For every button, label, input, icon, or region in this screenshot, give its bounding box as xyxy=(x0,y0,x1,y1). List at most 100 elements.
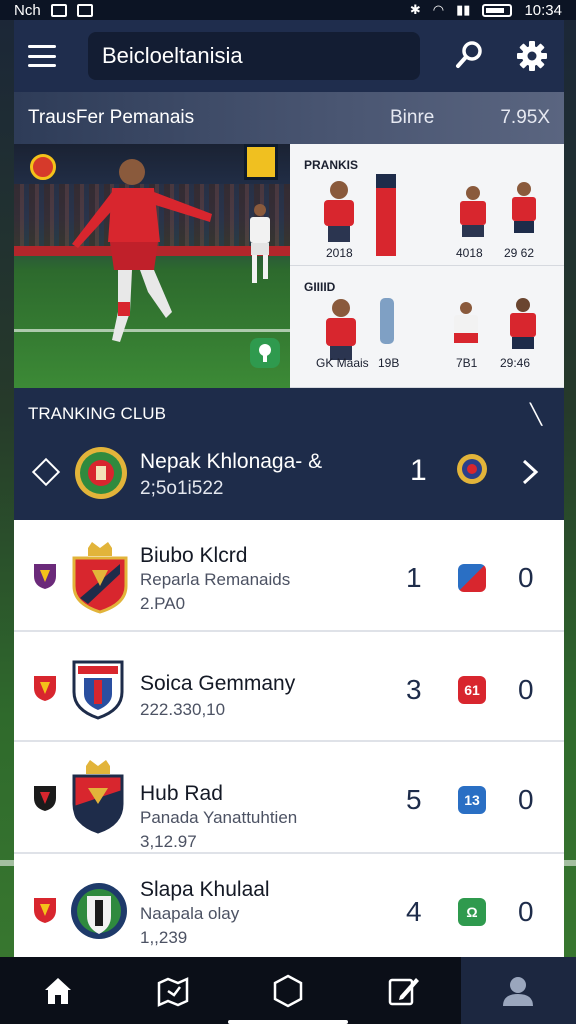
panel-label: PRANKIS xyxy=(304,158,359,172)
ranking-header: TRANKING CLUB ╲ Nepak Khlonaga- & 2;5o1i… xyxy=(14,388,564,520)
search-input[interactable]: Beicloeltanisia xyxy=(88,32,420,80)
club-crest-icon xyxy=(72,660,124,720)
gear-icon[interactable] xyxy=(516,40,548,72)
club-position: 4 xyxy=(406,896,422,927)
search-icon[interactable] xyxy=(454,40,484,70)
club-position: 1 xyxy=(406,562,422,593)
club-row[interactable]: Slapa Khulaal Naapala olay 1,,239 4 Ω 0 xyxy=(14,854,564,957)
mini-crest-icon xyxy=(34,898,56,923)
panel-caption: 19B xyxy=(378,356,400,370)
panel-caption: 4018 xyxy=(456,246,483,260)
diamond-icon[interactable] xyxy=(31,457,61,487)
map-icon xyxy=(157,976,189,1007)
profile-icon xyxy=(503,976,534,1006)
nav-clubs[interactable] xyxy=(230,957,345,1024)
status-bar: Nch ✱ ◠ ▮▮ 10:34 xyxy=(0,0,576,20)
search-text: Beicloeltanisia xyxy=(102,43,243,68)
club-name: Slapa Khulaal xyxy=(140,878,270,901)
nav-profile[interactable] xyxy=(460,957,576,1024)
player-thumb-image xyxy=(512,182,536,233)
nav-map[interactable] xyxy=(115,957,230,1024)
medal-icon xyxy=(457,454,487,484)
player-thumb-image xyxy=(460,186,486,237)
rankings-panel: PRANKIS 2018 4018 29 62 GIIIID GK Maais … xyxy=(290,144,564,388)
panel-label: GIIIID xyxy=(304,280,336,294)
club-points: 0 xyxy=(518,562,534,593)
nav-edit[interactable] xyxy=(346,957,461,1024)
club-name: Hub Rad xyxy=(140,782,223,805)
featured-club-name: Nepak Khlonaga- & xyxy=(140,450,323,473)
club-crest-icon xyxy=(75,447,127,499)
featured-club-rank: 1 xyxy=(410,454,427,487)
club-position: 5 xyxy=(406,784,422,815)
club-subtitle: 222.330,10 xyxy=(140,700,226,719)
bluetooth-icon: ✱ xyxy=(409,2,421,17)
app-card: Beicloeltanisia TrausFer Pemanais Binre xyxy=(14,20,564,957)
player-thumb-image xyxy=(454,302,478,343)
player-thumb-image xyxy=(324,181,354,242)
club-value: 2.PA0 xyxy=(140,594,186,613)
bottom-navigation xyxy=(0,957,576,1024)
panel-caption: 2018 xyxy=(326,246,353,260)
club-name: Soica Gemmany xyxy=(140,672,296,695)
mini-crest-icon xyxy=(34,786,56,811)
ranking-title: TRANKING CLUB xyxy=(28,404,166,423)
edit-icon xyxy=(388,977,420,1005)
image-icon xyxy=(50,3,67,17)
carrier-label: Nch xyxy=(14,1,41,19)
home-indicator xyxy=(228,1020,348,1024)
club-badge: 61 xyxy=(458,676,486,704)
transfer-middle: Binre xyxy=(390,107,435,128)
club-crest-icon xyxy=(72,760,124,834)
club-subtitle: Naapala olay xyxy=(140,904,240,923)
match-photo[interactable] xyxy=(14,144,290,388)
player-thumb-image xyxy=(326,299,356,360)
club-points: 0 xyxy=(518,896,534,927)
top-bar: Beicloeltanisia xyxy=(14,20,564,92)
club-badge: Ω xyxy=(458,898,486,926)
player-thumb-image xyxy=(510,298,536,349)
club-badge: 13 xyxy=(458,786,486,814)
panel-caption: 29:46 xyxy=(500,356,531,370)
player-white-image xyxy=(250,204,270,283)
ball-icon[interactable] xyxy=(250,338,280,368)
transfer-right: 7.95X xyxy=(500,107,550,128)
kit-image xyxy=(376,174,396,256)
club-crest-icon xyxy=(72,542,128,614)
transfer-title: TrausFer Pemanais xyxy=(28,107,195,128)
sock-image xyxy=(380,298,394,344)
hero-section: PRANKIS 2018 4018 29 62 GIIIID GK Maais … xyxy=(14,144,564,388)
gallery-icon xyxy=(76,3,93,17)
panel-caption: 29 62 xyxy=(504,246,535,260)
league-logo xyxy=(30,154,56,180)
club-row[interactable]: Hub Rad Panada Yanattuhtien 3,12.97 5 13… xyxy=(14,742,564,854)
menu-icon[interactable] xyxy=(28,45,56,67)
club-points: 0 xyxy=(518,674,534,705)
club-name: Biubo Klcrd xyxy=(140,544,248,567)
club-badge xyxy=(458,564,486,592)
club-value: 1,,239 xyxy=(140,928,188,947)
hexagon-icon xyxy=(273,974,303,1007)
club-row[interactable]: Biubo Klcrd Reparla Remanaids 2.PA0 1 0 xyxy=(14,520,564,632)
nav-home[interactable] xyxy=(0,957,115,1024)
mini-crest-icon xyxy=(34,564,56,589)
mini-crest-icon xyxy=(34,676,56,701)
panel-section-rankings[interactable]: PRANKIS 2018 4018 29 62 xyxy=(290,144,564,266)
signal-icon: ▮▮ xyxy=(456,2,471,17)
panel-caption: 7B1 xyxy=(456,356,478,370)
chevron-right-icon[interactable] xyxy=(520,458,540,486)
expand-icon[interactable]: ╲ xyxy=(530,402,542,427)
home-icon xyxy=(44,977,71,1004)
featured-club-subtitle: 2;5o1i522 xyxy=(140,478,224,499)
panel-caption: GK Maais xyxy=(316,356,369,370)
club-crest-icon xyxy=(71,883,127,939)
club-subtitle: Panada Yanattuhtien xyxy=(140,808,298,827)
club-row[interactable]: Soica Gemmany 222.330,10 3 61 0 xyxy=(14,632,564,742)
battery-icon xyxy=(482,3,513,17)
clock: 10:34 xyxy=(524,1,562,19)
club-value: 3,12.97 xyxy=(140,832,197,851)
panel-section-squad[interactable]: GIIIID GK Maais 19B 7B1 29:46 xyxy=(290,266,564,388)
featured-club-row[interactable]: Nepak Khlonaga- & 2;5o1i522 1 xyxy=(14,438,564,520)
transfer-bar[interactable]: TrausFer Pemanais Binre 7.95X xyxy=(14,92,564,144)
player-red-image xyxy=(72,159,212,342)
